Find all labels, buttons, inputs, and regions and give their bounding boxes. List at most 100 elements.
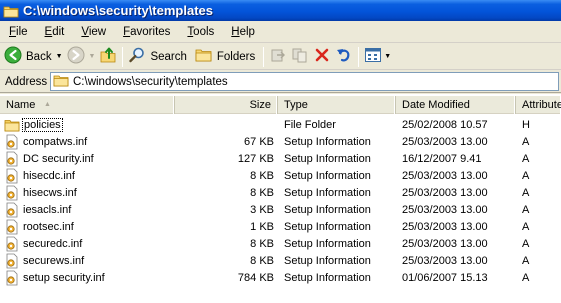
back-arrow-icon bbox=[4, 46, 22, 67]
file-type: Setup Information bbox=[284, 237, 371, 250]
list-item[interactable]: securedc.inf 8 KB Setup Information 25/0… bbox=[0, 235, 561, 252]
list-item[interactable]: setup security.inf 784 KB Setup Informat… bbox=[0, 269, 561, 286]
file-name: policies bbox=[22, 117, 63, 132]
file-type: File Folder bbox=[284, 118, 336, 131]
file-size: 8 KB bbox=[250, 186, 274, 199]
back-button[interactable]: Back ▼ bbox=[0, 46, 65, 68]
file-size: 67 KB bbox=[244, 135, 274, 148]
menu-help[interactable]: Help bbox=[222, 26, 263, 38]
toolbar-separator bbox=[263, 46, 265, 67]
up-folder-button[interactable] bbox=[97, 46, 119, 68]
file-attributes: A bbox=[522, 237, 530, 250]
file-size: 1 KB bbox=[250, 220, 274, 233]
search-label: Search bbox=[150, 50, 187, 63]
setup-inf-icon bbox=[4, 185, 20, 201]
setup-inf-icon bbox=[4, 134, 20, 150]
folders-label: Folders bbox=[216, 50, 256, 63]
setup-inf-icon bbox=[4, 270, 20, 286]
delete-button[interactable] bbox=[311, 46, 333, 68]
file-name: setup security.inf bbox=[23, 271, 105, 284]
title-bar[interactable]: C:\windows\security\templates bbox=[0, 0, 561, 21]
file-date: 25/03/2003 13.00 bbox=[402, 254, 488, 267]
folders-button[interactable]: Folders bbox=[193, 46, 257, 68]
move-to-button[interactable] bbox=[267, 46, 289, 68]
file-type: Setup Information bbox=[284, 169, 371, 182]
file-date: 25/03/2003 13.00 bbox=[402, 237, 488, 250]
file-date: 25/03/2003 13.00 bbox=[402, 135, 488, 148]
column-header-date-modified[interactable]: Date Modified bbox=[396, 96, 516, 114]
file-attributes: A bbox=[522, 169, 530, 182]
forward-arrow-icon bbox=[67, 46, 85, 67]
sort-ascending-icon: ▲ bbox=[44, 101, 51, 108]
copy-to-button[interactable] bbox=[289, 46, 311, 68]
chevron-down-icon[interactable]: ▼ bbox=[56, 53, 63, 60]
file-name: securedc.inf bbox=[23, 237, 83, 250]
file-name: DC security.inf bbox=[23, 152, 94, 165]
setup-inf-icon bbox=[4, 253, 20, 269]
file-size: 8 KB bbox=[250, 169, 274, 182]
list-item[interactable]: securews.inf 8 KB Setup Information 25/0… bbox=[0, 252, 561, 269]
undo-button[interactable] bbox=[333, 46, 355, 68]
list-item[interactable]: compatws.inf 67 KB Setup Information 25/… bbox=[0, 133, 561, 150]
file-name: hisecdc.inf bbox=[23, 169, 75, 182]
menu-view[interactable]: View bbox=[72, 26, 114, 38]
chevron-down-icon[interactable]: ▼ bbox=[89, 53, 96, 60]
address-bar: Address C:\windows\security\templates bbox=[0, 71, 561, 93]
file-type: Setup Information bbox=[284, 152, 371, 165]
list-item[interactable]: rootsec.inf 1 KB Setup Information 25/03… bbox=[0, 218, 561, 235]
delete-x-icon bbox=[313, 46, 331, 67]
file-date: 25/02/2008 10.57 bbox=[402, 118, 488, 131]
setup-inf-icon bbox=[4, 168, 20, 184]
file-type: Setup Information bbox=[284, 186, 371, 199]
forward-button[interactable]: ▼ bbox=[65, 46, 98, 68]
file-rows: policies File Folder 25/02/2008 10.57 H … bbox=[0, 116, 561, 286]
list-item[interactable]: hisecdc.inf 8 KB Setup Information 25/03… bbox=[0, 167, 561, 184]
file-size: 3 KB bbox=[250, 203, 274, 216]
file-size: 127 KB bbox=[237, 152, 274, 165]
file-size: 8 KB bbox=[250, 237, 274, 250]
file-type: Setup Information bbox=[284, 135, 371, 148]
toolbar: Back ▼ ▼ Search Folders ▼ bbox=[0, 44, 561, 70]
list-item[interactable]: DC security.inf 127 KB Setup Information… bbox=[0, 150, 561, 167]
file-date: 25/03/2003 13.00 bbox=[402, 220, 488, 233]
column-header-name[interactable]: Name ▲ bbox=[0, 96, 175, 114]
list-item[interactable]: iesacls.inf 3 KB Setup Information 25/03… bbox=[0, 201, 561, 218]
file-attributes: A bbox=[522, 271, 530, 284]
column-header-attributes[interactable]: Attributes bbox=[516, 96, 561, 114]
list-item[interactable]: policies File Folder 25/02/2008 10.57 H bbox=[0, 116, 561, 133]
file-date: 25/03/2003 13.00 bbox=[402, 203, 488, 216]
column-header-size[interactable]: Size bbox=[175, 96, 278, 114]
folder-icon bbox=[3, 4, 19, 18]
copy-to-icon bbox=[291, 46, 309, 67]
file-size: 784 KB bbox=[237, 271, 274, 284]
list-item[interactable]: hisecws.inf 8 KB Setup Information 25/03… bbox=[0, 184, 561, 201]
menu-favorites[interactable]: Favorites bbox=[114, 26, 178, 38]
column-header-type[interactable]: Type bbox=[278, 96, 396, 114]
file-type: Setup Information bbox=[284, 220, 371, 233]
file-date: 25/03/2003 13.00 bbox=[402, 169, 488, 182]
file-size: 8 KB bbox=[250, 254, 274, 267]
menu-file[interactable]: File bbox=[0, 26, 36, 38]
file-attributes: A bbox=[522, 254, 530, 267]
address-input[interactable]: C:\windows\security\templates bbox=[50, 72, 559, 91]
file-attributes: A bbox=[522, 186, 530, 199]
move-to-icon bbox=[269, 46, 287, 67]
file-name: securews.inf bbox=[23, 254, 85, 267]
menu-tools[interactable]: Tools bbox=[178, 26, 222, 38]
folder-icon bbox=[4, 117, 20, 133]
file-name: hisecws.inf bbox=[23, 186, 77, 199]
file-name: iesacls.inf bbox=[23, 203, 72, 216]
file-attributes: H bbox=[522, 118, 530, 131]
file-type: Setup Information bbox=[284, 203, 371, 216]
menu-edit[interactable]: Edit bbox=[36, 26, 73, 38]
file-list[interactable]: Name ▲ Size Type Date Modified Attribute… bbox=[0, 94, 561, 303]
file-attributes: A bbox=[522, 152, 530, 165]
chevron-down-icon[interactable]: ▼ bbox=[384, 53, 391, 60]
file-attributes: A bbox=[522, 203, 530, 216]
views-button[interactable]: ▼ bbox=[362, 46, 393, 68]
search-button[interactable]: Search bbox=[126, 46, 188, 68]
back-label: Back bbox=[26, 50, 52, 63]
folders-icon bbox=[195, 46, 213, 67]
file-date: 16/12/2007 9.41 bbox=[402, 152, 482, 165]
search-icon bbox=[128, 46, 146, 67]
